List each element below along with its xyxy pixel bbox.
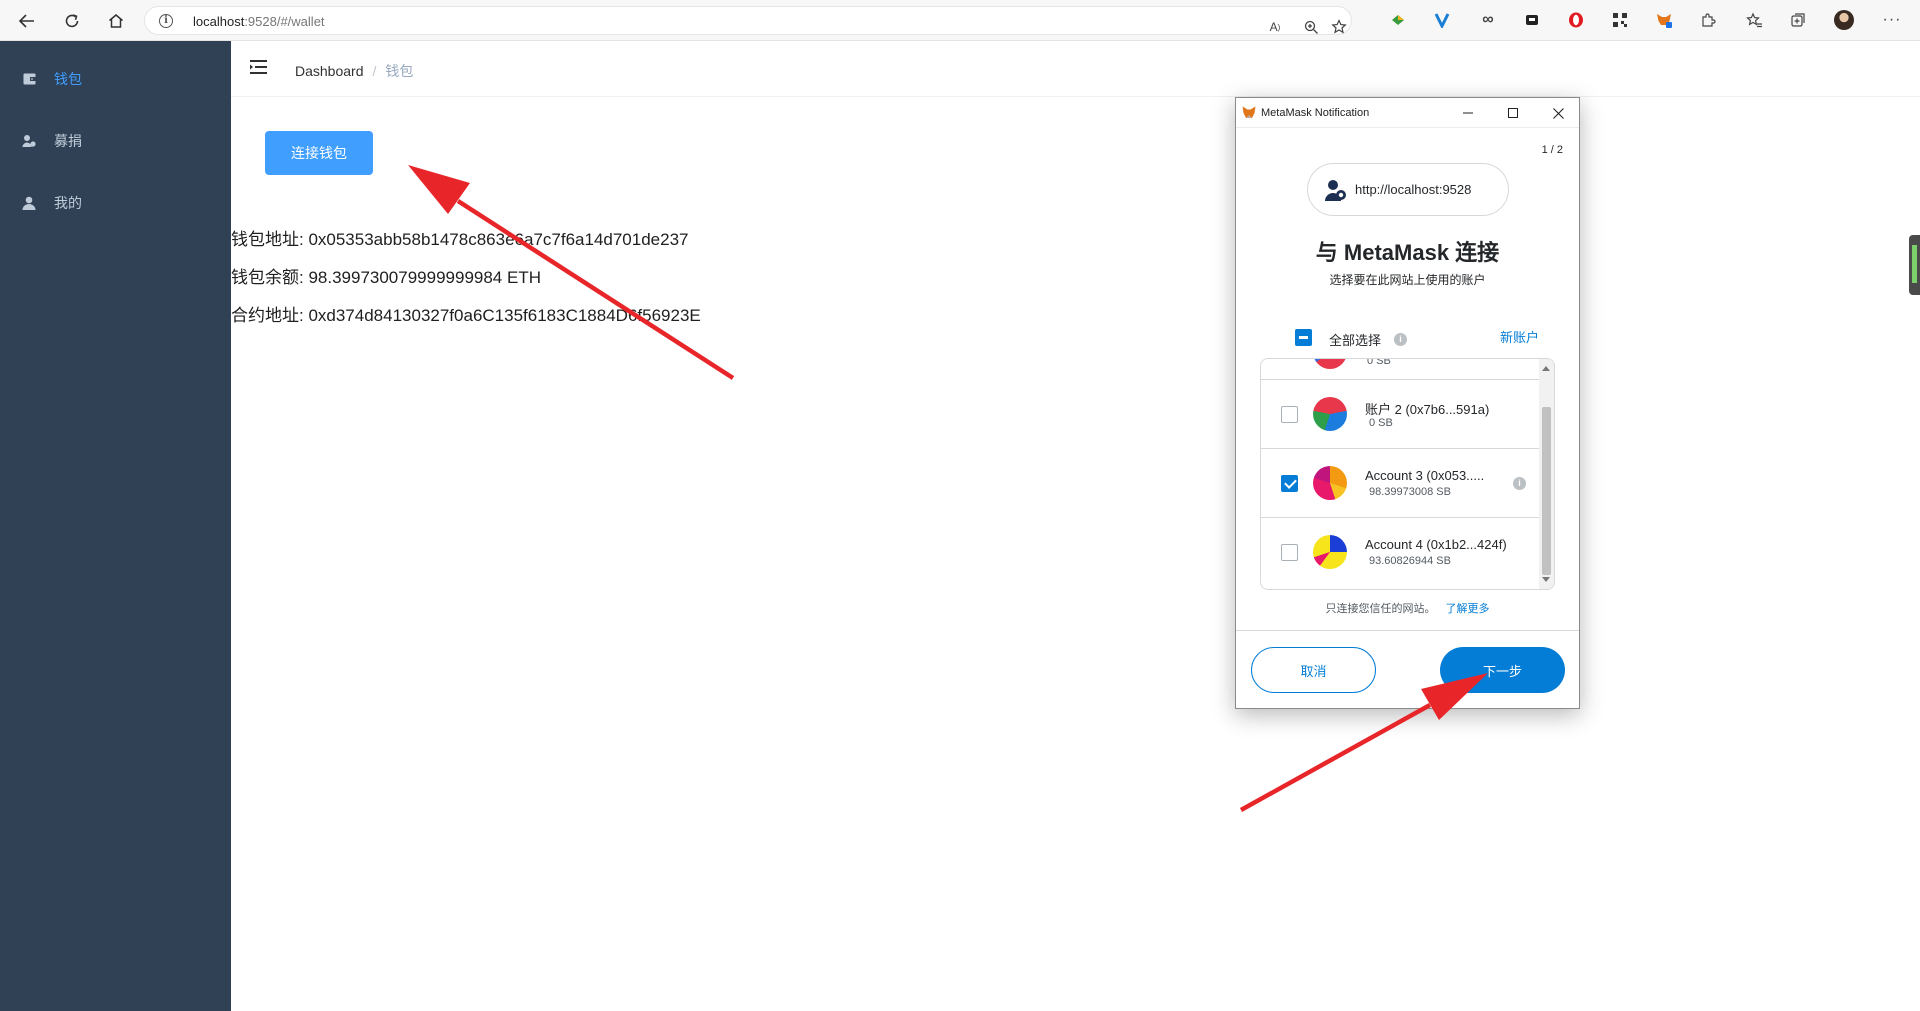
breadcrumb-separator: / [372, 63, 377, 79]
account-name: Account 3 (0x053..... [1365, 468, 1485, 483]
window-titlebar[interactable]: MetaMask Notification [1236, 98, 1579, 128]
account-list: 0 SB 账户 2 (0x7b6...591a) 0 SB Account 3 … [1260, 358, 1555, 590]
sidebar-item-donate[interactable]: 募捐 [0, 113, 231, 169]
read-aloud-icon[interactable]: A) [1265, 17, 1285, 37]
learn-more-link[interactable]: 了解更多 [1446, 603, 1490, 615]
account-row[interactable]: Account 3 (0x053..... 98.39973008 SB i [1261, 448, 1539, 517]
origin-url: http://localhost:9528 [1355, 182, 1472, 197]
scroll-down-icon[interactable] [1542, 577, 1550, 582]
new-account-link[interactable]: 新账户 [1500, 327, 1539, 346]
side-panel-handle[interactable] [1909, 235, 1920, 295]
account-info-icon[interactable]: i [1513, 477, 1526, 490]
connect-wallet-button[interactable]: 连接钱包 [265, 131, 373, 175]
select-all-label: 全部选择 [1329, 333, 1382, 348]
page-indicator: 1 / 2 [1541, 144, 1563, 156]
sidebar-item-mine[interactable]: 我的 [0, 175, 231, 231]
trust-notice-text: 只连接您信任的网站。 [1325, 603, 1436, 615]
wallet-icon [22, 72, 36, 86]
close-icon[interactable] [1549, 104, 1567, 122]
metamask-notification-window: MetaMask Notification 1 / 2 http://local… [1235, 97, 1580, 709]
site-favicon-icon [1325, 180, 1346, 201]
favorite-add-icon[interactable] [1329, 17, 1349, 37]
url-path: :9528/#/wallet [244, 14, 325, 29]
account-avatar [1313, 466, 1347, 500]
navbar: Dashboard / 钱包 [231, 41, 1920, 97]
url-host: localhost [193, 14, 245, 29]
account-name: Account 4 (0x1b2...424f) [1365, 537, 1507, 552]
extension-metamask-icon[interactable] [1654, 10, 1674, 30]
account-avatar [1313, 397, 1347, 431]
url-text[interactable]: localhost:9528/#/wallet [193, 14, 325, 29]
profile-avatar-icon[interactable] [1834, 10, 1854, 30]
trust-notice: 只连接您信任的网站。 了解更多 [1236, 600, 1579, 616]
footer-divider [1236, 630, 1579, 631]
connect-subheading: 选择要在此网站上使用的账户 [1329, 273, 1486, 287]
site-info-icon[interactable]: i [159, 14, 173, 28]
account-balance: 98.39973008 SB [1369, 486, 1451, 498]
account-balance: 0 SB [1367, 358, 1391, 367]
extension-v-icon[interactable] [1432, 10, 1452, 30]
connect-heading: 与 MetaMask 连接 [1315, 240, 1500, 265]
address-bar[interactable]: i localhost:9528/#/wallet A) [144, 6, 1352, 35]
scrollbar-thumb[interactable] [1542, 407, 1551, 575]
user-icon [22, 196, 36, 210]
extension-green-icon[interactable] [1388, 10, 1408, 30]
contract-address-text: 合约地址: 0xd374d84130327f0a6C135f6183C1884D… [231, 306, 701, 325]
sidebar: 钱包 募捐 我的 [0, 41, 231, 1011]
sidebar-item-label: 我的 [54, 195, 82, 211]
extension-tab-icon[interactable] [1522, 10, 1542, 30]
next-button[interactable]: 下一步 [1440, 647, 1565, 693]
account-balance: 0 SB [1369, 417, 1393, 429]
window-title: MetaMask Notification [1261, 107, 1370, 119]
account-list-scrollbar[interactable] [1539, 359, 1554, 589]
breadcrumb-dashboard[interactable]: Dashboard [295, 63, 364, 79]
browser-toolbar: i localhost:9528/#/wallet A) ∞ ··· [0, 0, 1920, 41]
minimize-icon[interactable] [1459, 104, 1477, 122]
extension-infinity-icon[interactable]: ∞ [1478, 10, 1498, 30]
sidebar-item-label: 募捐 [54, 133, 82, 149]
collections-icon[interactable] [1788, 10, 1808, 30]
sidebar-item-wallet[interactable]: 钱包 [0, 51, 231, 107]
extension-qr-icon[interactable] [1610, 10, 1630, 30]
breadcrumb: Dashboard / 钱包 [295, 61, 413, 81]
account-balance: 93.60826944 SB [1369, 555, 1451, 567]
select-all-info-icon[interactable]: i [1394, 333, 1407, 346]
account-row[interactable]: Account 4 (0x1b2...424f) 93.60826944 SB [1261, 517, 1539, 586]
account-name: 账户 2 (0x7b6...591a) [1365, 402, 1490, 417]
extensions-puzzle-icon[interactable] [1698, 10, 1718, 30]
more-menu-icon[interactable]: ··· [1882, 10, 1902, 30]
account-row[interactable]: 账户 2 (0x7b6...591a) 0 SB [1261, 379, 1539, 448]
account-avatar [1313, 535, 1347, 569]
account-checkbox[interactable] [1281, 406, 1298, 423]
account-row-partial[interactable]: 0 SB [1261, 359, 1539, 379]
hamburger-toggle-icon[interactable] [249, 58, 269, 76]
maximize-icon[interactable] [1504, 104, 1522, 122]
wallet-balance-text: 钱包余额: 98.399730079999999984 ETH [231, 268, 541, 287]
account-avatar [1313, 359, 1347, 369]
account-checkbox[interactable] [1281, 544, 1298, 561]
metamask-fox-icon [1242, 106, 1256, 118]
favorites-icon[interactable] [1744, 10, 1764, 30]
extension-opera-icon[interactable] [1566, 10, 1586, 30]
breadcrumb-current: 钱包 [385, 63, 414, 79]
zoom-icon[interactable] [1301, 17, 1321, 37]
home-icon[interactable] [102, 8, 130, 34]
donate-icon [22, 134, 36, 148]
select-all-checkbox[interactable] [1295, 329, 1312, 346]
cancel-button[interactable]: 取消 [1251, 647, 1376, 693]
reload-icon[interactable] [58, 8, 86, 34]
scroll-up-icon[interactable] [1542, 366, 1550, 371]
account-checkbox[interactable] [1281, 475, 1298, 492]
site-origin-pill: http://localhost:9528 [1307, 163, 1509, 216]
back-icon[interactable] [13, 8, 41, 34]
wallet-address-text: 钱包地址: 0x05353abb58b1478c863e6a7c7f6a14d7… [231, 230, 689, 249]
sidebar-item-label: 钱包 [54, 71, 82, 87]
